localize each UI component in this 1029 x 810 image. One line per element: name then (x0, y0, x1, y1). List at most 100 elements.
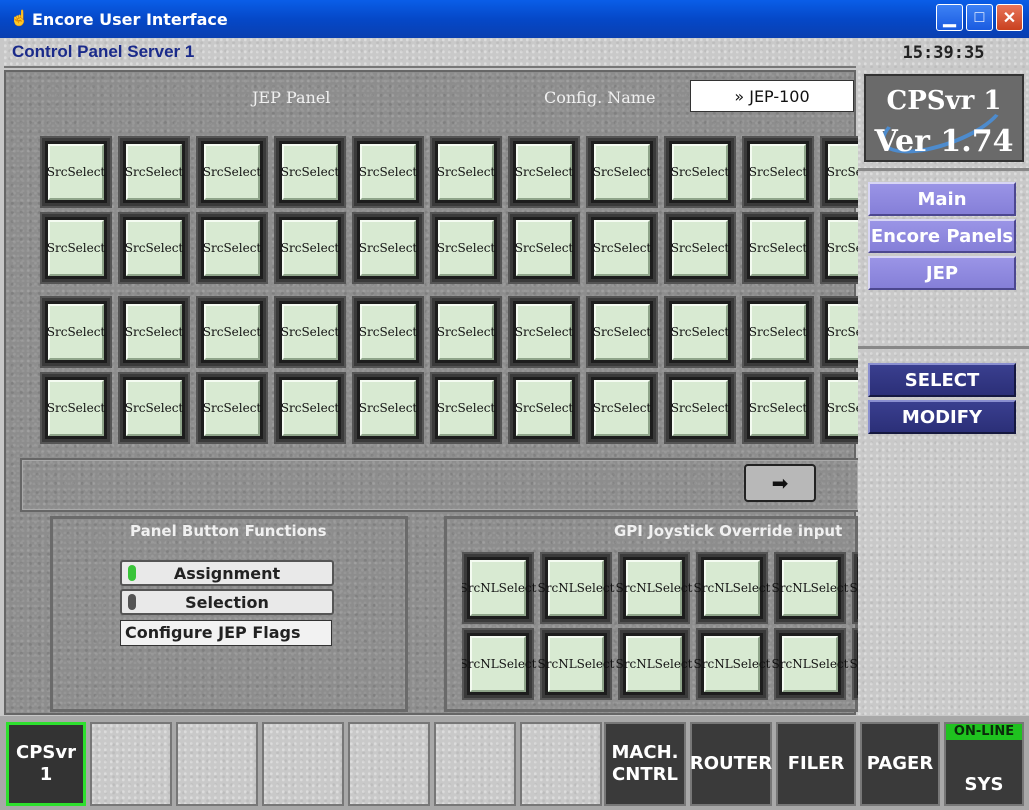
src-select-button[interactable]: SrcSelect (508, 136, 580, 208)
src-select-button[interactable]: SrcSelect (508, 212, 580, 284)
src-select-button[interactable]: SrcSelect (352, 372, 424, 444)
src-select-button[interactable]: SrcSelect (586, 136, 658, 208)
src-select-button[interactable]: SrcSelect (352, 212, 424, 284)
src-select-button[interactable]: SrcSelect (742, 296, 814, 368)
src-select-button[interactable]: SrcSelect (40, 136, 112, 208)
src-select-button[interactable]: SrcSelect (820, 212, 860, 284)
router-button[interactable]: ROUTER (690, 722, 772, 806)
src-select-button[interactable]: SrcSelect (196, 296, 268, 368)
srcnl-select-button[interactable]: SrcNLSelect (693, 552, 771, 624)
config-name-field[interactable]: » JEP-100 (690, 80, 854, 112)
src-select-button[interactable]: SrcSelect (40, 296, 112, 368)
src-select-button[interactable]: SrcSelect (430, 212, 502, 284)
src-select-button[interactable]: SrcSelect (430, 372, 502, 444)
assignment-button[interactable]: Assignment (120, 560, 334, 586)
page-header: Control Panel Server 1 (4, 38, 856, 68)
src-select-button[interactable]: SrcSelect (664, 136, 736, 208)
src-select-button[interactable]: SrcSelect (196, 212, 268, 284)
select-text: Select (301, 325, 340, 339)
filer-button[interactable]: FILER (776, 722, 856, 806)
select-text: Select (810, 581, 849, 595)
src-select-button[interactable]: SrcSelect (274, 372, 346, 444)
src-select-button[interactable]: SrcSelect (196, 372, 268, 444)
src-select-button[interactable]: SrcSelect (820, 136, 860, 208)
src-select-button[interactable]: SrcSelect (820, 372, 860, 444)
src-select-button[interactable]: SrcSelect (586, 296, 658, 368)
src-select-label: SrcSelect (202, 380, 261, 436)
srcnl-text: SrcNL (693, 581, 733, 595)
configure-jep-flags-button[interactable]: Configure JEP Flags (120, 620, 332, 646)
src-select-button[interactable]: SrcSelect (820, 296, 860, 368)
hand-pointer-icon: ☝ (10, 10, 29, 27)
srcnl-select-button[interactable]: SrcNLSelect (538, 552, 615, 624)
src-select-button[interactable]: SrcSelect (586, 212, 658, 284)
srcnl-select-button[interactable]: SrcNLSelect (694, 628, 770, 700)
pager-button[interactable]: PAGER (860, 722, 940, 806)
src-select-label: SrcSelect (125, 304, 183, 360)
selection-button[interactable]: Selection (120, 589, 334, 615)
minimize-icon: ▁ (943, 9, 956, 27)
src-text: Src (202, 401, 224, 415)
src-select-label: SrcSelect (515, 304, 573, 360)
src-select-button[interactable]: SrcSelect (40, 372, 112, 444)
cpsvr-logo: CPSvr 1 Ver 1.74 (864, 74, 1024, 167)
select-text: Select (576, 581, 615, 595)
src-text: Src (358, 325, 380, 339)
src-select-button[interactable]: SrcSelect (430, 136, 502, 208)
srcnl-select-label: SrcNL Select (462, 560, 536, 616)
src-select-button[interactable]: SrcSelect (40, 212, 112, 284)
src-select-button[interactable]: SrcSelect (664, 296, 736, 368)
src-select-button[interactable]: SrcSelect (742, 372, 814, 444)
src-select-label: SrcSelect (593, 220, 651, 276)
src-text: Src (202, 325, 224, 339)
select-text: Select (223, 241, 262, 255)
srcnl-select-button[interactable]: SrcNLSelect (616, 552, 692, 624)
nav-jep-button[interactable]: JEP (868, 256, 1016, 290)
srcnl-select-button[interactable]: SrcNLSelect (616, 628, 693, 700)
close-button[interactable]: ✕ (996, 4, 1023, 31)
src-select-button[interactable]: SrcSelect (352, 296, 424, 368)
src-text: Src (670, 241, 692, 255)
src-select-label: SrcSelect (749, 380, 807, 436)
scroll-right-button[interactable]: ➡ (744, 464, 816, 502)
select-text: Select (654, 657, 693, 671)
nav-main-button[interactable]: Main (868, 182, 1016, 216)
select-text: Select (732, 581, 771, 595)
select-text: Select (535, 401, 574, 415)
src-select-button[interactable]: SrcSelect (586, 372, 658, 444)
src-select-button[interactable]: SrcSelect (118, 296, 190, 368)
src-select-button[interactable]: SrcSelect (196, 136, 268, 208)
src-select-button[interactable]: SrcSelect (274, 136, 346, 208)
select-text: Select (457, 325, 496, 339)
minimize-button[interactable]: ▁ (936, 4, 963, 31)
src-select-button[interactable]: SrcSelect (742, 212, 814, 284)
cpsvr-tab-button[interactable]: CPSvr 1 (6, 722, 86, 806)
select-button[interactable]: SELECT (868, 363, 1016, 397)
srcnl-select-button[interactable]: SrcNLSelect (462, 628, 536, 700)
srcnl-select-button[interactable]: SrcNLSelect (462, 552, 536, 624)
select-text: Select (613, 325, 652, 339)
maximize-button[interactable]: □ (966, 4, 993, 31)
src-select-button[interactable]: SrcSelect (508, 372, 580, 444)
modify-button[interactable]: MODIFY (868, 400, 1016, 434)
srcnl-select-button[interactable]: SrcNLSelect (772, 552, 849, 624)
src-select-button[interactable]: SrcSelect (274, 212, 346, 284)
src-select-button[interactable]: SrcSelect (664, 372, 736, 444)
src-select-button[interactable]: SrcSelect (352, 136, 424, 208)
src-select-button[interactable]: SrcSelect (118, 372, 190, 444)
select-text: Select (613, 401, 652, 415)
mach-cntrl-button[interactable]: MACH. CNTRL (604, 722, 686, 806)
nav-encore-panels-button[interactable]: Encore Panels (868, 219, 1016, 253)
src-select-button[interactable]: SrcSelect (118, 212, 190, 284)
src-select-button[interactable]: SrcSelect (274, 296, 346, 368)
src-select-button[interactable]: SrcSelect (118, 136, 190, 208)
srcnl-select-button[interactable]: SrcNLSelect (538, 628, 614, 700)
src-select-button[interactable]: SrcSelect (508, 296, 580, 368)
src-select-button[interactable]: SrcSelect (664, 212, 736, 284)
srcnl-select-button[interactable]: SrcNLSelect (772, 628, 848, 700)
select-text: Select (691, 165, 730, 179)
srcnl-text: SrcNL (849, 657, 858, 671)
src-select-label: SrcSelect (593, 144, 651, 200)
src-select-button[interactable]: SrcSelect (430, 296, 502, 368)
src-select-button[interactable]: SrcSelect (742, 136, 814, 208)
